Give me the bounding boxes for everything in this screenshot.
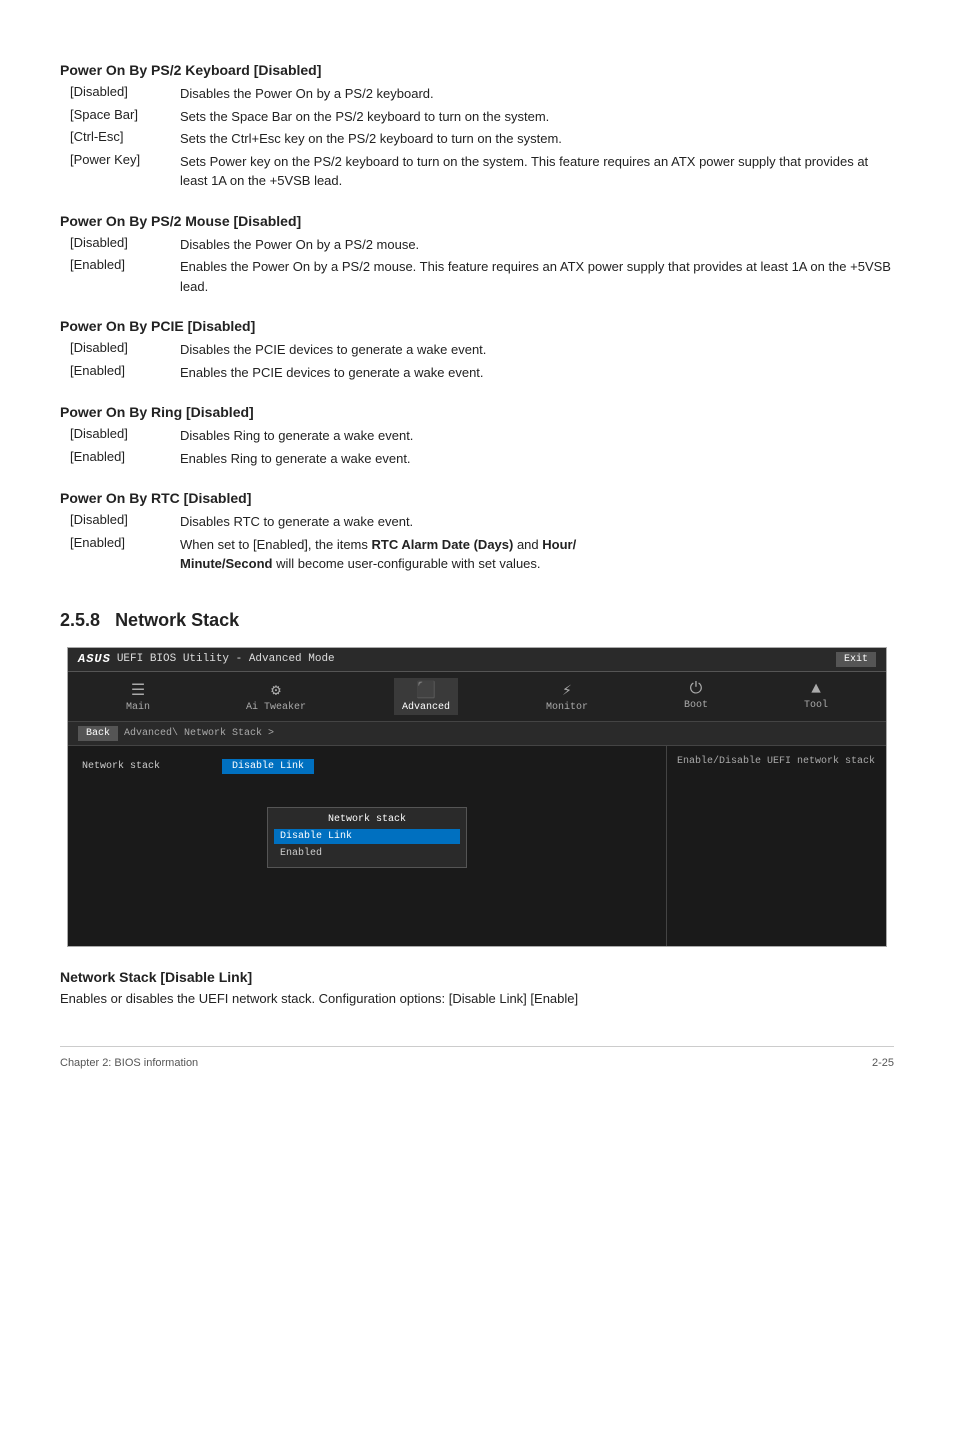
def-term: [Disabled] <box>70 426 180 446</box>
def-desc: Sets the Space Bar on the PS/2 keyboard … <box>180 107 894 127</box>
boot-icon: ⏻ <box>690 680 703 698</box>
ps2-keyboard-title: Power On By PS/2 Keyboard [Disabled] <box>60 62 894 78</box>
rtc-defs: [Disabled] Disables RTC to generate a wa… <box>70 512 894 574</box>
bios-titlebar-left: ASUS UEFI BIOS Utility - Advanced Mode <box>78 652 335 666</box>
def-desc: Sets Power key on the PS/2 keyboard to t… <box>180 152 894 191</box>
bios-popup: Network stack Disable Link Enabled <box>267 807 467 868</box>
ps2-mouse-defs: [Disabled] Disables the Power On by a PS… <box>70 235 894 297</box>
def-desc: Enables Ring to generate a wake event. <box>180 449 894 469</box>
def-desc: Disables the Power On by a PS/2 mouse. <box>180 235 894 255</box>
ai-tweaker-icon: ⚙ <box>271 680 281 700</box>
def-row: [Enabled] Enables the Power On by a PS/2… <box>70 257 894 296</box>
tool-icon: ▲ <box>811 680 821 698</box>
def-desc: Enables the PCIE devices to generate a w… <box>180 363 894 383</box>
def-row: [Enabled] Enables Ring to generate a wak… <box>70 449 894 469</box>
network-stack-desc-text: Enables or disables the UEFI network sta… <box>60 991 894 1006</box>
pcie-defs: [Disabled] Disables the PCIE devices to … <box>70 340 894 382</box>
def-term: [Ctrl-Esc] <box>70 129 180 149</box>
def-desc: Disables RTC to generate a wake event. <box>180 512 894 532</box>
def-term: [Disabled] <box>70 235 180 255</box>
def-row: [Disabled] Disables Ring to generate a w… <box>70 426 894 446</box>
network-stack-label: Network stack <box>82 761 222 772</box>
nav-main-label: Main <box>126 702 150 713</box>
network-stack-desc-block: Network Stack [Disable Link] Enables or … <box>60 969 894 1006</box>
popup-title: Network stack <box>274 814 460 825</box>
ring-defs: [Disabled] Disables Ring to generate a w… <box>70 426 894 468</box>
footer-bar: Chapter 2: BIOS information 2-25 <box>60 1046 894 1069</box>
nav-monitor[interactable]: ⚡ Monitor <box>538 678 596 715</box>
section-subtitle: Network Stack <box>115 610 239 630</box>
def-desc: Disables the Power On by a PS/2 keyboard… <box>180 84 894 104</box>
exit-button[interactable]: Exit <box>836 652 876 667</box>
def-term: [Enabled] <box>70 449 180 469</box>
def-term: [Enabled] <box>70 535 180 574</box>
def-term: [Power Key] <box>70 152 180 191</box>
ps2-mouse-title: Power On By PS/2 Mouse [Disabled] <box>60 213 894 229</box>
def-row: [Enabled] Enables the PCIE devices to ge… <box>70 363 894 383</box>
nav-ai-tweaker[interactable]: ⚙ Ai Tweaker <box>238 678 314 715</box>
nav-monitor-label: Monitor <box>546 702 588 713</box>
pcie-title: Power On By PCIE [Disabled] <box>60 318 894 334</box>
nav-advanced-label: Advanced <box>402 702 450 713</box>
nav-tool[interactable]: ▲ Tool <box>796 678 836 715</box>
network-stack-value[interactable]: Disable Link <box>222 759 314 774</box>
def-row: [Disabled] Disables the Power On by a PS… <box>70 84 894 104</box>
def-row: [Space Bar] Sets the Space Bar on the PS… <box>70 107 894 127</box>
bios-title: UEFI BIOS Utility - Advanced Mode <box>117 653 335 665</box>
bios-titlebar: ASUS UEFI BIOS Utility - Advanced Mode E… <box>68 648 886 672</box>
bios-screenshot: ASUS UEFI BIOS Utility - Advanced Mode E… <box>67 647 887 947</box>
popup-selected[interactable]: Disable Link <box>274 829 460 844</box>
back-button[interactable]: Back <box>78 726 118 741</box>
def-term: [Enabled] <box>70 257 180 296</box>
bios-left-panel: Network stack Disable Link Network stack… <box>68 746 666 946</box>
nav-boot[interactable]: ⏻ Boot <box>676 678 716 715</box>
def-term: [Space Bar] <box>70 107 180 127</box>
popup-option[interactable]: Enabled <box>274 846 460 861</box>
footer-right: 2-25 <box>872 1057 894 1069</box>
def-desc: Enables the Power On by a PS/2 mouse. Th… <box>180 257 894 296</box>
section-number: 2.5.8 <box>60 610 100 630</box>
def-term: [Disabled] <box>70 512 180 532</box>
bios-breadcrumb: Back Advanced\ Network Stack > <box>68 722 886 746</box>
advanced-icon: ⬛ <box>416 680 436 700</box>
nav-ai-tweaker-label: Ai Tweaker <box>246 702 306 713</box>
def-row: [Ctrl-Esc] Sets the Ctrl+Esc key on the … <box>70 129 894 149</box>
nav-boot-label: Boot <box>684 700 708 711</box>
ps2-keyboard-defs: [Disabled] Disables the Power On by a PS… <box>70 84 894 191</box>
def-row: [Disabled] Disables the PCIE devices to … <box>70 340 894 360</box>
def-desc: Disables Ring to generate a wake event. <box>180 426 894 446</box>
section-number-heading: 2.5.8 Network Stack <box>60 610 894 631</box>
def-desc-rtc: When set to [Enabled], the items RTC Ala… <box>180 535 894 574</box>
network-stack-desc-title: Network Stack [Disable Link] <box>60 969 894 985</box>
footer-left: Chapter 2: BIOS information <box>60 1057 198 1069</box>
def-row: [Enabled] When set to [Enabled], the ite… <box>70 535 894 574</box>
def-desc: Disables the PCIE devices to generate a … <box>180 340 894 360</box>
nav-advanced[interactable]: ⬛ Advanced <box>394 678 458 715</box>
asus-logo: ASUS <box>78 652 111 666</box>
main-icon: ☰ <box>131 680 145 700</box>
ring-title: Power On By Ring [Disabled] <box>60 404 894 420</box>
bios-right-panel: Enable/Disable UEFI network stack <box>666 746 886 946</box>
def-row: [Disabled] Disables the Power On by a PS… <box>70 235 894 255</box>
nav-main[interactable]: ☰ Main <box>118 678 158 715</box>
bios-network-stack-row: Network stack Disable Link <box>78 756 656 777</box>
def-term: [Disabled] <box>70 84 180 104</box>
nav-tool-label: Tool <box>804 700 828 711</box>
breadcrumb-path: Advanced\ Network Stack > <box>124 728 274 739</box>
monitor-icon: ⚡ <box>562 680 572 700</box>
def-row: [Power Key] Sets Power key on the PS/2 k… <box>70 152 894 191</box>
def-desc: Sets the Ctrl+Esc key on the PS/2 keyboa… <box>180 129 894 149</box>
def-row: [Disabled] Disables RTC to generate a wa… <box>70 512 894 532</box>
bios-body: Network stack Disable Link Network stack… <box>68 746 886 946</box>
rtc-title: Power On By RTC [Disabled] <box>60 490 894 506</box>
def-term: [Enabled] <box>70 363 180 383</box>
def-term: [Disabled] <box>70 340 180 360</box>
bios-nav: ☰ Main ⚙ Ai Tweaker ⬛ Advanced ⚡ Monitor… <box>68 672 886 722</box>
